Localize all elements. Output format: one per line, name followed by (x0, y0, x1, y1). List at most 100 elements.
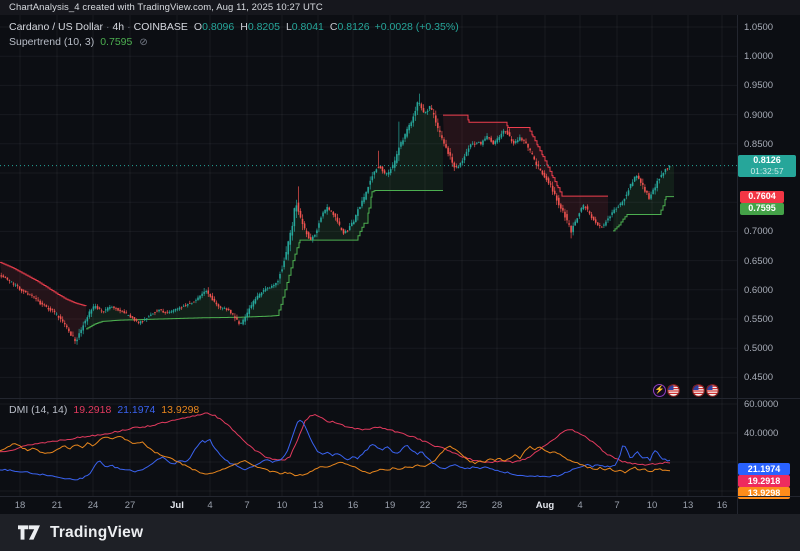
interval-label[interactable]: 4h (112, 21, 124, 33)
dmi-value-badge: 19.2918 (738, 475, 790, 487)
candle-body (451, 157, 453, 162)
us-flag-event-icon[interactable] (692, 384, 705, 397)
time-axis-label: 10 (647, 500, 658, 511)
candle-body (48, 308, 50, 309)
candle-body (56, 314, 58, 315)
candle-body (78, 333, 80, 337)
candle-body (238, 321, 240, 324)
us-flag-event-icon[interactable] (706, 384, 719, 397)
candle-body (312, 236, 314, 239)
candle-body (41, 303, 43, 305)
candle-body (93, 306, 95, 309)
price-chart[interactable] (0, 15, 737, 399)
supertrend-fill-down (0, 262, 86, 339)
candle-body (390, 169, 392, 173)
candle-body (658, 179, 660, 181)
time-axis-label: 13 (683, 500, 694, 511)
candle-body (617, 207, 619, 208)
supertrend-name[interactable]: Supertrend (10, 3) (9, 36, 94, 48)
candle-body (197, 298, 199, 300)
symbol-name[interactable]: Cardano / US Dollar (9, 21, 103, 33)
candle-body (663, 173, 665, 176)
candle-body (187, 304, 189, 305)
candle-body (255, 299, 257, 304)
candle-body (595, 219, 597, 222)
candle-body (449, 152, 451, 155)
pane-separator[interactable] (0, 398, 800, 399)
candle-body (521, 138, 523, 140)
time-axis-label: 21 (52, 500, 63, 511)
tradingview-logo-icon[interactable] (18, 525, 40, 540)
candle-body (248, 308, 250, 313)
candle-body (492, 141, 494, 145)
candle-body (505, 131, 507, 132)
candle-body (365, 192, 367, 200)
candle-body (525, 142, 527, 144)
dmi-legend[interactable]: DMI (14, 14)19.291821.197413.9298 (9, 404, 199, 416)
candle-body (27, 293, 29, 294)
candle-body (138, 322, 140, 323)
us-flag-event-icon[interactable] (667, 384, 680, 397)
symbol-legend[interactable]: Cardano / US Dollar·4h·COINBASEO0.8096H0… (9, 21, 459, 33)
candle-body (488, 137, 490, 138)
flash-event-icon[interactable]: ⚡ (653, 384, 666, 397)
dmi-value-badge: 21.1974 (738, 463, 790, 475)
candle-body (542, 171, 544, 175)
candle-body (140, 321, 142, 323)
candle-body (60, 316, 62, 319)
candle-body (251, 305, 253, 308)
candle-body (382, 167, 384, 171)
time-axis[interactable]: 18212427Jul4710131619222528Aug47101316 (0, 496, 800, 515)
candle-body (17, 285, 19, 286)
candle-body (661, 175, 663, 177)
candle-body (550, 184, 552, 185)
candle-body (72, 335, 74, 336)
candle-body (283, 261, 285, 267)
time-axis-label: 27 (125, 500, 136, 511)
candle-body (142, 321, 144, 322)
candle-body (464, 156, 466, 160)
candle-body (156, 311, 158, 312)
candle-body (228, 309, 230, 310)
candle-body (7, 278, 9, 280)
change-value: +0.0028 (+0.35%) (375, 21, 459, 33)
candle-body (544, 173, 546, 177)
candle-body (404, 134, 406, 139)
candle-body (220, 306, 222, 307)
candle-body (388, 172, 390, 174)
candle-body (527, 144, 529, 148)
candle-body (620, 204, 622, 206)
candle-body (386, 173, 388, 174)
candle-body (644, 187, 646, 192)
candle-body (650, 195, 652, 199)
supertrend-value-badge: 0.7604 (740, 191, 784, 203)
candle-body (540, 169, 542, 171)
candle-body (435, 115, 437, 122)
candle-body (130, 315, 132, 318)
candle-body (304, 223, 306, 228)
dmi-name[interactable]: DMI (14, 14) (9, 404, 67, 416)
candle-body (468, 148, 470, 151)
candle-body (123, 311, 125, 313)
candle-body (89, 311, 91, 317)
candle-body (490, 138, 492, 142)
candle-body (322, 213, 324, 217)
last-price-badge: 0.812601:32:57 (738, 155, 796, 177)
candle-body (640, 179, 642, 183)
indicator-options-icon[interactable]: ⊘ (139, 37, 147, 48)
candle-body (564, 212, 566, 218)
candle-body (380, 166, 382, 169)
candle-body (58, 316, 60, 318)
candle-body (115, 308, 117, 309)
candle-body (13, 283, 15, 284)
candle-body (179, 308, 181, 310)
candle-body (548, 178, 550, 183)
candle-body (160, 309, 162, 310)
tradingview-wordmark[interactable]: TradingView (50, 524, 143, 542)
candle-body (195, 300, 197, 301)
chart-area[interactable]: 1.05001.00000.95000.90000.85000.70000.65… (0, 15, 800, 514)
candle-body (554, 191, 556, 194)
exchange-label[interactable]: COINBASE (134, 21, 188, 33)
supertrend-legend[interactable]: Supertrend (10, 3)0.7595⊘ (9, 36, 148, 48)
candle-body (480, 142, 482, 144)
